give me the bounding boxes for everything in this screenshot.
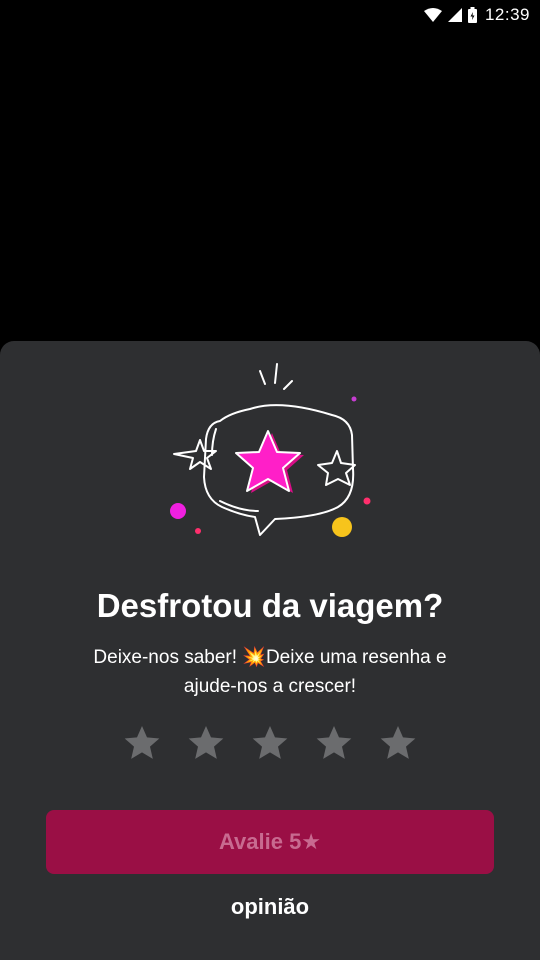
rating-dialog: Desfrotou da viagem? Deixe-nos saber! 💥D… xyxy=(0,341,540,960)
opinion-link[interactable]: opinião xyxy=(0,894,540,920)
star-4-icon[interactable] xyxy=(314,723,354,763)
status-bar: 12:39 xyxy=(0,0,540,30)
star-1-icon[interactable] xyxy=(122,723,162,763)
star-5-icon[interactable] xyxy=(378,723,418,763)
screen: 12:39 Desfrotou da viagem? Deixe-nos sab… xyxy=(0,0,540,960)
star-speech-bubble-illustration xyxy=(170,363,371,537)
dialog-subtitle-line1: Deixe-nos saber! 💥Deixe uma resenha e xyxy=(93,647,447,668)
star-2-icon[interactable] xyxy=(186,723,226,763)
star-rating xyxy=(0,723,540,767)
dialog-subtitle: Deixe-nos saber! 💥Deixe uma resenha e aj… xyxy=(40,643,500,701)
battery-icon xyxy=(467,7,477,23)
dialog-subtitle-line2: ajude-nos a crescer! xyxy=(183,676,357,697)
wifi-icon xyxy=(423,8,442,22)
star-3-icon[interactable] xyxy=(250,723,290,763)
status-time: 12:39 xyxy=(484,5,530,24)
rate-button[interactable]: Avalie 5★ xyxy=(46,810,494,874)
signal-icon xyxy=(447,8,462,22)
dialog-title: Desfrotou da viagem? xyxy=(96,587,444,624)
